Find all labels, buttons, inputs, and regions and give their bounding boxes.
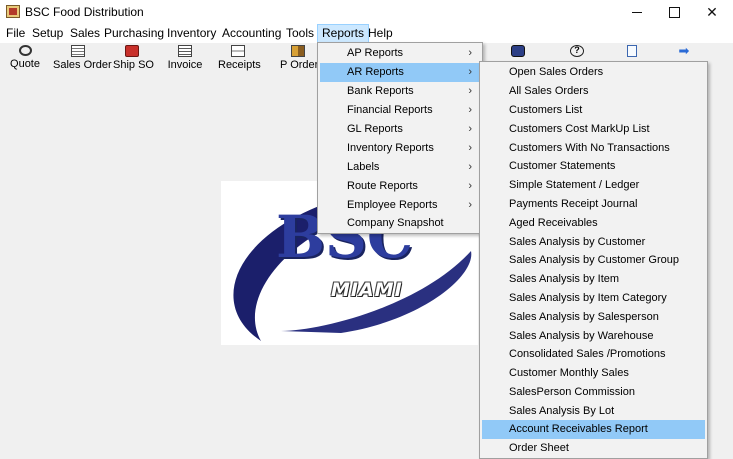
reports-menu: AP Reports › AR Reports › Bank Reports ›… [317,42,483,234]
minimize-button[interactable] [619,0,655,24]
menu-item-label: Route Reports [347,180,418,192]
page-icon [627,45,637,57]
submenu-arrow-icon: › [468,85,472,97]
submenu-item[interactable]: Consolidated Sales /Promotions [482,345,705,364]
submenu-item[interactable]: Payments Receipt Journal [482,195,705,214]
submenu-item[interactable]: Sales Analysis By Lot [482,402,705,421]
receipts-button[interactable]: Receipts [218,45,261,75]
menu-help[interactable]: Help [364,24,397,43]
purchase-order-icon [291,45,305,57]
menu-item-label: Financial Reports [347,104,433,116]
submenu-arrow-icon: › [468,180,472,192]
menu-item-ap-reports[interactable]: AP Reports › [320,44,480,63]
menu-item-inventory-reports[interactable]: Inventory Reports › [320,139,480,158]
submenu-item[interactable]: Sales Analysis by Customer [482,233,705,252]
handshake-icon [18,45,32,56]
invoice-label: Invoice [167,59,203,71]
menu-bar: File Setup Sales Purchasing Inventory Ac… [0,24,733,43]
sales-order-label: Sales Order [53,59,112,71]
menu-item-employee-reports[interactable]: Employee Reports › [320,196,480,215]
close-button[interactable]: ✕ [694,0,730,24]
submenu-item[interactable]: Sales Analysis by Salesperson [482,308,705,327]
submenu-item[interactable]: Simple Statement / Ledger [482,176,705,195]
document-icon [71,45,85,57]
submenu-item[interactable]: SalesPerson Commission [482,383,705,402]
submenu-item[interactable]: Customers List [482,101,705,120]
submenu-item[interactable]: Customers With No Transactions [482,139,705,158]
menu-inventory[interactable]: Inventory [163,24,220,43]
submenu-item[interactable]: All Sales Orders [482,82,705,101]
menu-item-label: Bank Reports [347,85,414,97]
submenu-arrow-icon: › [468,104,472,116]
p-order-label: P Order [280,59,319,71]
arrow-right-icon: ➡ [678,43,690,58]
receipt-icon [231,45,245,57]
submenu-item[interactable]: Sales Analysis by Item Category [482,289,705,308]
submenu-item[interactable]: Sales Analysis by Item [482,270,705,289]
submenu-item[interactable]: Order Sheet [482,439,705,458]
menu-purchasing[interactable]: Purchasing [100,24,168,43]
menu-item-label: Company Snapshot [347,217,444,229]
submenu-item-account-receivables-report[interactable]: Account Receivables Report [482,420,705,439]
submenu-item[interactable]: Sales Analysis by Customer Group [482,251,705,270]
receipts-label: Receipts [218,59,261,71]
submenu-item[interactable]: Customers Cost MarkUp List [482,120,705,139]
window-title: BSC Food Distribution [25,5,144,19]
app-icon [6,5,20,18]
menu-item-label: Labels [347,161,380,173]
submenu-arrow-icon: › [468,66,472,78]
quote-label: Quote [10,58,40,70]
submenu-arrow-icon: › [468,142,472,154]
submenu-item[interactable]: Aged Receivables [482,214,705,233]
submenu-arrow-icon: › [468,199,472,211]
submenu-arrow-icon: › [468,161,472,173]
menu-item-label: AR Reports [347,66,404,78]
gear-icon [511,45,525,57]
maximize-button[interactable] [656,0,692,24]
menu-item-ar-reports[interactable]: AR Reports › [320,63,480,82]
menu-item-financial-reports[interactable]: Financial Reports › [320,101,480,120]
menu-item-gl-reports[interactable]: GL Reports › [320,120,480,139]
submenu-item[interactable]: Customer Statements [482,157,705,176]
submenu-item[interactable]: Sales Analysis by Warehouse [482,327,705,346]
menu-reports[interactable]: Reports [317,24,370,43]
title-bar: BSC Food Distribution ✕ [0,0,733,24]
menu-item-label: Inventory Reports [347,142,434,154]
submenu-arrow-icon: › [468,123,472,135]
logo-sub-text: MIAMI [331,279,403,301]
menu-item-label: GL Reports [347,123,403,135]
menu-file[interactable]: File [2,24,29,43]
p-order-button[interactable]: P Order [280,45,319,75]
truck-icon [125,45,139,57]
invoice-icon [178,45,192,57]
sales-order-button[interactable]: Sales Order [53,45,112,75]
invoice-button[interactable]: Invoice [167,45,203,75]
menu-accounting[interactable]: Accounting [218,24,285,43]
menu-item-labels[interactable]: Labels › [320,158,480,177]
menu-item-company-snapshot[interactable]: Company Snapshot [320,214,480,233]
menu-tools[interactable]: Tools [282,24,318,43]
menu-setup[interactable]: Setup [28,24,67,43]
submenu-arrow-icon: › [468,47,472,59]
menu-item-bank-reports[interactable]: Bank Reports › [320,82,480,101]
menu-sales[interactable]: Sales [66,24,104,43]
quote-button[interactable]: Quote [9,45,41,75]
menu-item-route-reports[interactable]: Route Reports › [320,177,480,196]
ar-reports-submenu: Open Sales Orders All Sales Orders Custo… [479,61,708,459]
submenu-item[interactable]: Customer Monthly Sales [482,364,705,383]
help-icon: ? [570,45,584,57]
ship-so-label: Ship SO [113,59,154,71]
menu-item-label: AP Reports [347,47,404,59]
submenu-item[interactable]: Open Sales Orders [482,63,705,82]
ship-so-button[interactable]: Ship SO [113,45,154,75]
menu-item-label: Employee Reports [347,199,438,211]
